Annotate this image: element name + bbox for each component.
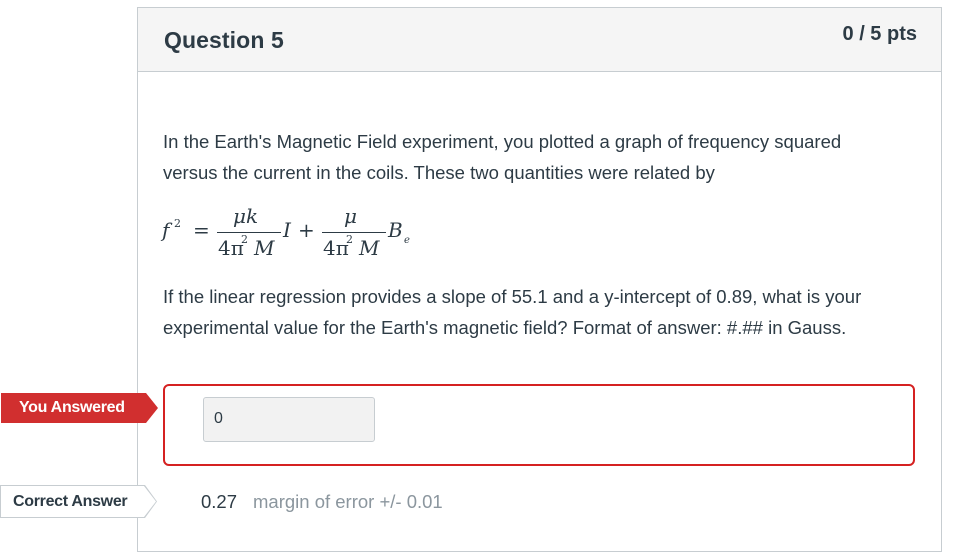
formula-denominator-1: 4π [218,236,244,260]
formula: f 2 = μk 4π 2 M I + μ 4π 2 M B e [162,204,422,264]
correct-answer-tag-label: Correct Answer [1,486,156,517]
formula-lhs: f [162,218,170,242]
correct-answer-value: 0.27 [201,491,238,512]
question-card: Question 5 0 / 5 pts In the Earth's Magn… [137,7,942,552]
formula-numerator-2: μ [344,204,357,228]
formula-denominator-2-tail: M [359,236,380,260]
you-answered-tag: You Answered [1,393,158,423]
formula-variable-i: I [283,218,291,242]
question-header: Question 5 0 / 5 pts [138,8,941,72]
user-answer-field: 0 [203,397,375,442]
question-text-line: versus the current in the coils. These t… [163,162,715,183]
formula-plus: + [298,218,315,242]
user-answer-box: 0 [163,384,915,466]
question-text-2: If the linear regression provides a slop… [163,281,933,343]
margin-of-error-text: margin of error +/- 0.01 [253,491,443,512]
formula-lhs-exponent: 2 [174,217,181,230]
question-text: In the Earth's Magnetic Field experiment… [163,126,923,188]
question-text-line: experimental value for the Earth's magne… [163,317,847,338]
correct-answer-tag: Correct Answer [0,485,157,518]
formula-denominator-1-exponent: 2 [241,233,248,246]
question-text-line: In the Earth's Magnetic Field experiment… [163,131,842,152]
formula-variable-b: B [388,218,403,242]
formula-fraction-bar-2 [322,232,386,233]
formula-denominator-2: 4π [323,236,349,260]
formula-denominator-1-tail: M [254,236,275,260]
formula-numerator-1: μk [233,204,259,228]
question-text-line: If the linear regression provides a slop… [163,286,862,307]
formula-equals: = [193,218,210,242]
quiz-results-page: Question 5 0 / 5 pts In the Earth's Magn… [0,0,962,560]
correct-answer-row: 0.27 margin of error +/- 0.01 [201,491,443,513]
question-title: Question 5 [164,27,284,53]
formula-denominator-2-exponent: 2 [346,233,353,246]
formula-fraction-bar-1 [217,232,281,233]
formula-variable-b-subscript: e [404,235,410,246]
question-points: 0 / 5 pts [842,23,917,45]
